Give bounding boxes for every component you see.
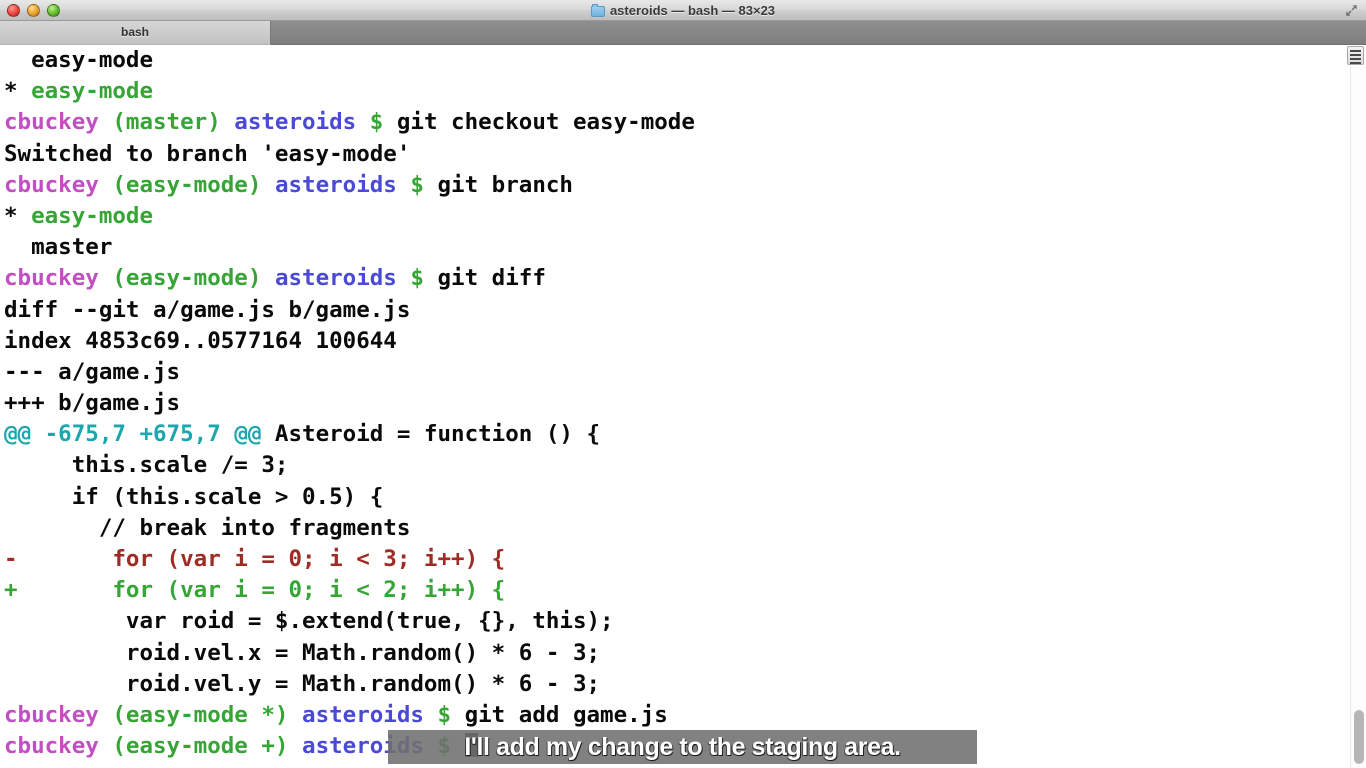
tab-bar: bash	[0, 21, 1366, 45]
tab-bash[interactable]: bash	[0, 21, 271, 45]
terminal-line: Switched to branch 'easy-mode'	[4, 139, 695, 170]
terminal-line: roid.vel.y = Math.random() * 6 - 3;	[4, 669, 695, 700]
terminal-text-segment: git add game.js	[451, 701, 668, 728]
terminal-text-segment: (easy-mode)	[112, 265, 262, 292]
terminal-text-segment: // break into fragments	[4, 514, 411, 541]
terminal-line: cbuckey (easy-mode) asteroids $ git diff	[4, 263, 695, 294]
terminal-line: cbuckey (easy-mode *) asteroids $ git ad…	[4, 700, 695, 731]
terminal-text-segment: if (this.scale > 0.5) {	[4, 483, 384, 510]
terminal-text-segment: git diff	[423, 265, 546, 292]
terminal-text-segment: + for (var i = 0; i < 2; i++) {	[4, 577, 506, 604]
terminal-text-segment: cbuckey	[4, 701, 113, 728]
terminal-text-segment: easy-mode	[4, 47, 154, 73]
terminal-line: - for (var i = 0; i < 3; i++) {	[4, 544, 695, 575]
terminal-text-segment: cbuckey	[4, 171, 113, 198]
terminal-text-segment: easy-mode	[31, 78, 154, 105]
terminal-text-segment: @@ -675,7 +675,7 @@	[4, 421, 262, 448]
terminal-line: @@ -675,7 +675,7 @@ Asteroid = function …	[4, 419, 695, 450]
window-title: asteroids — bash — 83×23	[0, 0, 1366, 21]
terminal-text-segment: Asteroid = function () {	[261, 421, 601, 448]
scrollbar-thumb[interactable]	[1354, 710, 1364, 764]
terminal-text-segment: $	[437, 701, 452, 728]
terminal-text-segment: (easy-mode *)	[112, 701, 289, 728]
terminal-window: asteroids — bash — 83×23 bash easy-mode *…	[0, 0, 1366, 768]
terminal-line: if (this.scale > 0.5) {	[4, 482, 695, 513]
terminal-text-segment: $	[369, 109, 384, 136]
terminal-text-segment: this.scale /= 3;	[4, 452, 289, 479]
tab-bash-label: bash	[120, 25, 149, 39]
terminal-settings-icon[interactable]	[1347, 46, 1364, 65]
terminal-text-segment: $	[410, 265, 424, 292]
terminal-text-segment: asteroids	[274, 171, 397, 198]
titlebar: asteroids — bash — 83×23	[0, 0, 1366, 21]
terminal-text-segment: roid.vel.x = Math.random() * 6 - 3;	[4, 639, 601, 666]
terminal-text-segment: roid.vel.y = Math.random() * 6 - 3;	[4, 670, 601, 697]
terminal-line: index 4853c69..0577164 100644	[4, 326, 695, 357]
vertical-scrollbar[interactable]	[1350, 67, 1366, 768]
terminal-line: cbuckey (easy-mode) asteroids $ git bran…	[4, 170, 695, 201]
terminal-text-segment: $	[410, 171, 424, 198]
terminal-line: roid.vel.x = Math.random() * 6 - 3;	[4, 638, 695, 669]
terminal-text-segment: - for (var i = 0; i < 3; i++) {	[4, 546, 506, 572]
terminal-text-segment: Switched to branch 'easy-mode'	[4, 140, 411, 167]
terminal-text-segment: asteroids	[302, 701, 424, 728]
terminal-text-segment: cbuckey	[4, 265, 113, 292]
terminal-output: easy-mode * easy-mode cbuckey (master) ast…	[4, 45, 695, 762]
terminal-text-segment: cbuckey	[4, 733, 113, 760]
terminal-line: var roid = $.extend(true, {}, this);	[4, 606, 695, 637]
terminal-text-segment: cbuckey	[4, 109, 113, 136]
caption-overlay: I'll add my change to the staging area.	[388, 730, 977, 764]
window-title-text: asteroids — bash — 83×23	[609, 3, 776, 18]
terminal-text-segment: easy-mode	[31, 202, 154, 229]
terminal-text-segment: git checkout easy-mode	[383, 109, 695, 136]
terminal-line: * easy-mode	[4, 76, 695, 107]
terminal-text-segment: git branch	[423, 171, 573, 198]
terminal-text-segment: index 4853c69..0577164 100644	[4, 327, 397, 354]
terminal-line: cbuckey (master) asteroids $ git checkou…	[4, 107, 695, 138]
folder-icon	[590, 4, 605, 17]
terminal-line: * easy-mode	[4, 201, 695, 232]
terminal-text-segment: (easy-mode +)	[112, 733, 289, 760]
terminal-text-segment: master	[4, 234, 113, 261]
terminal-line: + for (var i = 0; i < 2; i++) {	[4, 575, 695, 606]
terminal-text-segment: (master)	[112, 109, 221, 136]
fullscreen-arrows-icon[interactable]	[1345, 4, 1358, 17]
terminal-text-segment: --- a/game.js	[4, 358, 181, 385]
terminal-body[interactable]: easy-mode * easy-mode cbuckey (master) ast…	[0, 45, 1366, 768]
terminal-line: +++ b/game.js	[4, 388, 695, 419]
terminal-line: this.scale /= 3;	[4, 450, 695, 481]
terminal-text-segment: (easy-mode)	[112, 171, 262, 198]
terminal-line: easy-mode	[4, 45, 695, 76]
terminal-line: master	[4, 232, 695, 263]
terminal-line: --- a/game.js	[4, 357, 695, 388]
terminal-text-segment: asteroids	[274, 265, 397, 292]
terminal-line: // break into fragments	[4, 513, 695, 544]
terminal-text-segment: *	[4, 202, 32, 229]
terminal-text-segment: +++ b/game.js	[4, 390, 181, 417]
terminal-text-segment: diff --git a/game.js b/game.js	[4, 296, 411, 323]
terminal-text-segment: *	[4, 78, 32, 105]
terminal-text-segment: var roid = $.extend(true, {}, this);	[4, 608, 614, 635]
terminal-text-segment: asteroids	[234, 109, 357, 136]
terminal-line: diff --git a/game.js b/game.js	[4, 295, 695, 326]
